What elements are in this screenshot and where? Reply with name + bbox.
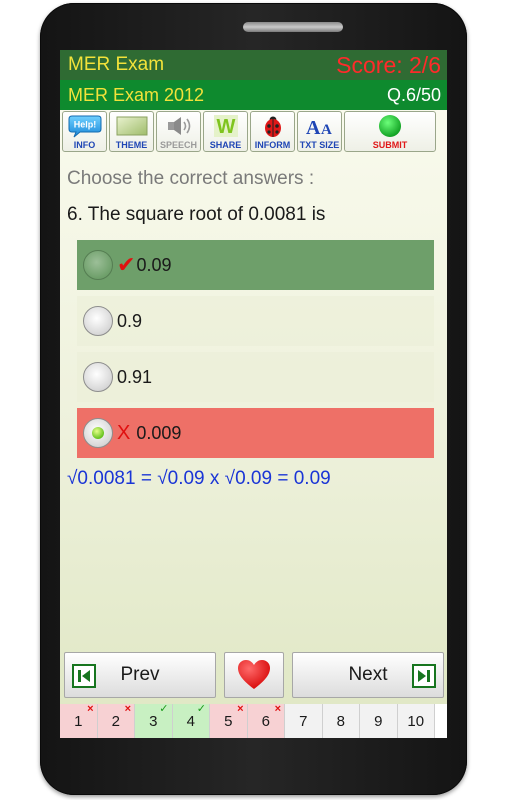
radio-button-selected[interactable] bbox=[83, 418, 113, 448]
question-text: 6. The square root of 0.0081 is bbox=[67, 204, 326, 225]
page-9[interactable]: 9 bbox=[360, 704, 398, 738]
page-number: 2 bbox=[111, 712, 120, 730]
exam-name: MER Exam 2012 bbox=[68, 84, 205, 105]
share-button[interactable]: W SHARE bbox=[203, 111, 248, 152]
next-button[interactable]: Next bbox=[292, 652, 444, 698]
svg-text:A: A bbox=[306, 117, 321, 138]
wrong-badge-icon: × bbox=[87, 703, 94, 715]
wrong-badge-icon: × bbox=[274, 703, 281, 715]
theme-swatch-icon bbox=[113, 114, 151, 138]
instruction-text: Choose the correct answers : bbox=[67, 168, 315, 189]
radio-selected-dot bbox=[92, 427, 104, 439]
share-w-icon: W bbox=[207, 114, 245, 138]
inform-label: INFORM bbox=[254, 140, 291, 150]
correct-check-icon: ✔ bbox=[117, 252, 136, 277]
option-3[interactable]: 0.91 bbox=[77, 352, 434, 402]
option-2[interactable]: 0.9 bbox=[77, 296, 434, 346]
theme-button[interactable]: THEME bbox=[109, 111, 154, 152]
check-badge-icon: ✓ bbox=[159, 703, 169, 715]
wrong-badge-icon: × bbox=[237, 703, 244, 715]
text-size-button[interactable]: A A TXT SIZE bbox=[297, 111, 342, 152]
page-3[interactable]: 3 ✓ bbox=[135, 703, 173, 738]
page-number: 10 bbox=[407, 712, 425, 730]
help-icon: Help! bbox=[66, 114, 104, 138]
app-screen: MER Exam Score: 2/6 MER Exam 2012 Q.6/50… bbox=[60, 50, 447, 738]
ladybug-icon bbox=[254, 114, 292, 138]
page-6[interactable]: 6 × bbox=[247, 703, 285, 738]
page-1[interactable]: 1 × bbox=[60, 703, 98, 738]
page-number: 1 bbox=[74, 712, 83, 730]
page-5[interactable]: 5 × bbox=[210, 703, 248, 738]
radio-button[interactable] bbox=[83, 306, 113, 336]
next-label: Next bbox=[348, 664, 388, 685]
explanation-text: √0.0081 = √0.09 x √0.09 = 0.09 bbox=[67, 468, 331, 489]
heart-icon bbox=[238, 660, 270, 689]
radio-button[interactable] bbox=[83, 362, 113, 392]
svg-text:W: W bbox=[216, 116, 235, 138]
page-number: 3 bbox=[149, 712, 158, 730]
answer-options: ✔ 0.09 0.9 0.91 X 0.009 bbox=[60, 240, 447, 458]
score-display: Score: 2/6 bbox=[336, 51, 441, 78]
check-badge-icon: ✓ bbox=[196, 703, 206, 715]
page-number: 7 bbox=[299, 712, 308, 730]
option-1[interactable]: ✔ 0.09 bbox=[77, 240, 434, 290]
option-text: 0.91 bbox=[117, 366, 153, 387]
earpiece-speaker bbox=[243, 22, 343, 32]
option-text: 0.009 bbox=[136, 422, 182, 443]
wrong-badge-icon: × bbox=[124, 703, 131, 715]
option-text: 0.09 bbox=[136, 254, 172, 275]
page-number: 5 bbox=[224, 712, 233, 730]
speech-button[interactable]: SPEECH bbox=[156, 111, 201, 152]
svg-text:A: A bbox=[321, 122, 332, 138]
page-number: 6 bbox=[261, 712, 270, 730]
text-size-icon: A A bbox=[301, 114, 339, 138]
toolbar: Help! INFO THEME SPEECH W SHARE INFORM A… bbox=[60, 110, 447, 152]
svg-text:Help!: Help! bbox=[73, 120, 96, 130]
page-number: 8 bbox=[336, 712, 345, 730]
option-text: 0.9 bbox=[117, 310, 143, 331]
app-title: MER Exam bbox=[68, 54, 165, 75]
submit-label: SUBMIT bbox=[372, 140, 408, 150]
page-number: 9 bbox=[374, 712, 383, 730]
theme-label: THEME bbox=[115, 140, 148, 150]
navigation-bar: Prev Next bbox=[64, 652, 444, 700]
speech-label: SPEECH bbox=[159, 140, 197, 150]
wrong-x-icon: X bbox=[117, 421, 131, 444]
favorite-button[interactable] bbox=[224, 652, 284, 698]
skip-forward-icon bbox=[412, 664, 436, 688]
green-circle-icon bbox=[371, 114, 409, 138]
page-4[interactable]: 4 ✓ bbox=[172, 703, 210, 738]
page-10[interactable]: 10 bbox=[397, 704, 435, 738]
skip-back-icon bbox=[72, 664, 96, 688]
speaker-icon bbox=[160, 114, 198, 138]
title-bar: MER Exam Score: 2/6 bbox=[60, 50, 447, 80]
page-8[interactable]: 8 bbox=[322, 704, 360, 738]
question-pager: 1 × 2 × 3 ✓ 4 ✓ 5 × 6 × 7 8 9 10 bbox=[60, 703, 447, 738]
info-label: INFO bbox=[73, 140, 96, 150]
text-size-label: TXT SIZE bbox=[299, 140, 340, 150]
prev-button[interactable]: Prev bbox=[64, 652, 216, 698]
submit-button[interactable]: SUBMIT bbox=[344, 111, 436, 152]
page-2[interactable]: 2 × bbox=[97, 703, 135, 738]
page-number: 4 bbox=[186, 712, 195, 730]
share-label: SHARE bbox=[209, 140, 242, 150]
radio-button[interactable] bbox=[83, 250, 113, 280]
question-counter: Q.6/50 bbox=[386, 84, 441, 105]
prev-label: Prev bbox=[120, 664, 160, 685]
info-button[interactable]: Help! INFO bbox=[62, 111, 107, 152]
exam-bar: MER Exam 2012 Q.6/50 bbox=[60, 80, 447, 110]
page-7[interactable]: 7 bbox=[285, 704, 323, 738]
option-4[interactable]: X 0.009 bbox=[77, 408, 434, 458]
inform-button[interactable]: INFORM bbox=[250, 111, 295, 152]
